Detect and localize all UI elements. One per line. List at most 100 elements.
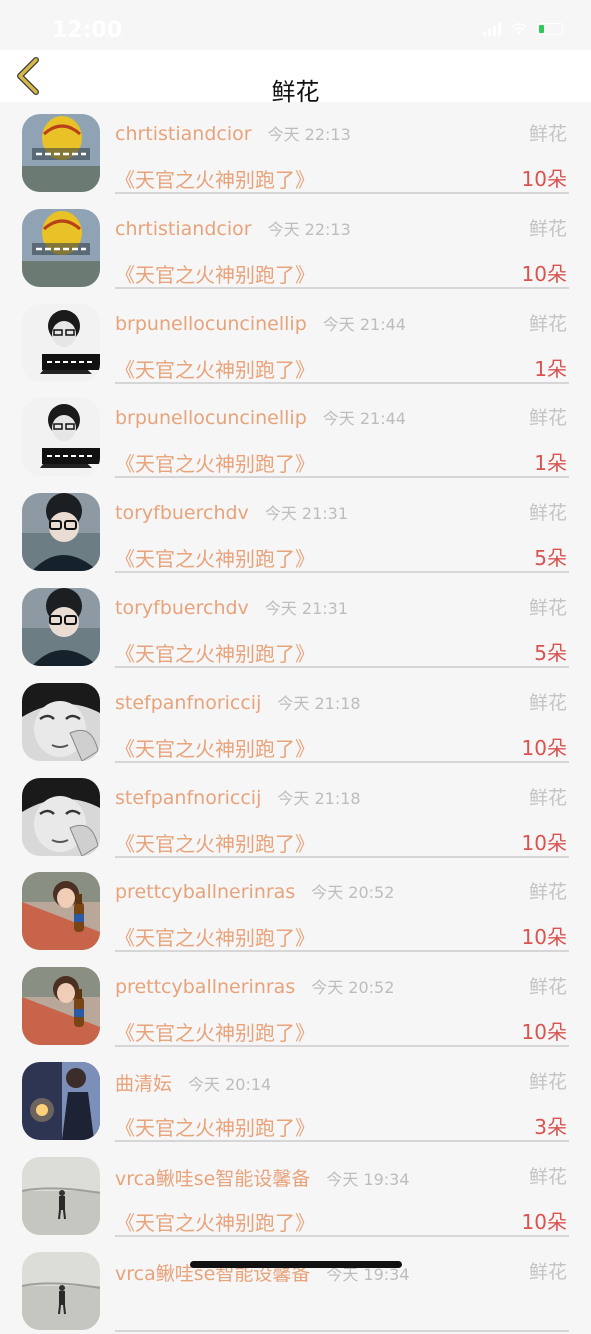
list-item[interactable]: vrca鳅哇se智能设馨备 今天 19:34 鲜花 [0, 1240, 591, 1334]
work-title[interactable]: 《天官之火神别跑了》 [115, 259, 315, 288]
gift-time: 今天 20:14 [188, 1074, 272, 1094]
avatar[interactable] [22, 303, 100, 382]
signal-icon [483, 22, 501, 36]
username-text: vrca鳅哇se智能设馨备 [115, 1167, 311, 1190]
gift-time: 今天 20:52 [311, 883, 395, 903]
gift-count: 10朵 [521, 735, 567, 760]
battery-level [539, 25, 544, 33]
gift-count: 1朵 [534, 356, 567, 381]
username: prettcyballnerinras 今天 20:52 [115, 879, 394, 903]
avatar[interactable] [22, 777, 100, 856]
list-item[interactable]: stefpanfnoriccij 今天 21:18 鲜花《天官之火神别跑了》 10朵 [0, 671, 591, 766]
work-title[interactable]: 《天官之火神别跑了》 [115, 1207, 315, 1236]
avatar[interactable] [22, 398, 100, 477]
username: toryfbuerchdv 今天 21:31 [115, 595, 348, 619]
avatar[interactable] [22, 587, 100, 666]
avatar[interactable] [22, 114, 100, 192]
gift-count: 10朵 [521, 261, 567, 286]
row-divider [115, 1045, 569, 1048]
username-text: toryfbuerchdv [115, 502, 249, 525]
gift-time: 今天 21:44 [322, 314, 406, 334]
gift-count: 1朵 [534, 451, 567, 476]
row-divider [115, 192, 569, 194]
work-title[interactable]: 《天官之火神别跑了》 [115, 828, 315, 857]
work-title[interactable]: 《天官之火神别跑了》 [115, 1112, 315, 1141]
username-text: prettcyballnerinras [115, 881, 296, 904]
work-title[interactable]: 《天官之火神别跑了》 [115, 448, 315, 477]
work-title[interactable]: 《天官之火神别跑了》 [115, 638, 315, 667]
work-title[interactable]: 《天官之火神别跑了》 [115, 922, 315, 951]
username-text: chrtistiandcior [115, 217, 252, 240]
work-title[interactable]: 《天官之火神别跑了》 [115, 354, 315, 383]
gift-type: 鲜花 [528, 976, 567, 999]
work-title[interactable]: 《天官之火神别跑了》 [115, 164, 315, 193]
list-item[interactable]: 曲清妘 今天 20:14 鲜花 《天官之火神别跑了》 3朵 [0, 1050, 591, 1145]
username: brpunellocuncinellip 今天 21:44 [115, 405, 406, 429]
username: brpunellocuncinellip 今天 21:44 [115, 311, 406, 335]
gift-type: 鲜花 [528, 596, 567, 619]
list-item[interactable]: chrtistiandcior 今天 22:13 鲜花 《天官之火神别跑了》 10朵 [0, 197, 591, 292]
username-text: chrtistiandcior [115, 123, 252, 145]
username: prettcyballnerinras 今天 20:52 [115, 974, 394, 998]
gift-count: 10朵 [521, 925, 567, 950]
username-text: prettcyballnerinras [115, 976, 296, 999]
gift-time: 今天 19:34 [326, 1169, 410, 1189]
battery-icon [537, 23, 563, 35]
username-text: brpunellocuncinellip [115, 407, 307, 430]
row-divider [115, 665, 569, 668]
gift-time: 今天 21:18 [277, 788, 361, 808]
list-item[interactable]: toryfbuerchdv 今天 21:31 鲜花《天官之火神别跑了》 5朵 [0, 481, 591, 576]
username: toryfbuerchdv 今天 21:31 [115, 500, 348, 524]
gift-time: 今天 21:31 [264, 504, 349, 524]
work-title[interactable]: 《天官之火神别跑了》 [115, 733, 315, 762]
status-icons [483, 22, 563, 36]
avatar[interactable] [22, 1156, 100, 1235]
gift-type: 鲜花 [528, 502, 567, 525]
username-text: stefpanfnoriccij [115, 691, 262, 714]
gift-list: chrtistiandcior 今天 22:13 鲜花 《天官之火神别跑了》 10朵 ch… [0, 102, 591, 1334]
avatar[interactable] [22, 208, 100, 287]
list-item[interactable]: chrtistiandcior 今天 22:13 鲜花《天官之火神别跑了》 10朵 [0, 102, 591, 197]
avatar[interactable] [22, 872, 100, 951]
list-item[interactable]: prettcyballnerinras 今天 20:52 鲜花《天官之火神别跑了》 1… [0, 955, 591, 1050]
gift-count: 10朵 [521, 830, 567, 855]
row-divider [115, 381, 569, 384]
username-text: toryfbuerchdv [115, 596, 249, 619]
gift-count: 10朵 [521, 167, 567, 191]
home-indicator [190, 1261, 402, 1268]
username-text: stefpanfnoriccij [115, 786, 262, 809]
avatar[interactable] [22, 1061, 100, 1140]
row-divider [115, 571, 569, 574]
list-item[interactable]: stefpanfnoriccij 今天 21:18 鲜花 《天官之火神别跑了》 10朵 [0, 766, 591, 861]
gift-type: 鲜花 [528, 691, 567, 714]
work-title[interactable]: 《天官之火神别跑了》 [115, 1017, 315, 1046]
gift-count: 5朵 [534, 546, 567, 571]
avatar[interactable] [22, 967, 100, 1046]
gift-time: 今天 21:44 [322, 409, 406, 429]
username: stefpanfnoriccij 今天 21:18 [115, 785, 361, 809]
avatar[interactable] [22, 493, 100, 572]
row-divider [115, 476, 569, 479]
list-item[interactable]: prettcyballnerinras 今天 20:52 鲜花《天官之火神别跑了》 1… [0, 860, 591, 955]
gift-time: 今天 20:52 [311, 978, 395, 998]
gift-count: 10朵 [521, 1209, 567, 1234]
avatar[interactable] [22, 682, 100, 761]
row-divider [115, 286, 569, 289]
wifi-icon [511, 23, 527, 35]
gift-type: 鲜花 [528, 1070, 567, 1093]
avatar[interactable] [22, 1251, 100, 1330]
gift-time: 今天 21:18 [277, 693, 361, 713]
list-item[interactable]: toryfbuerchdv 今天 21:31 鲜花 《天官之火神别跑了》 5朵 [0, 576, 591, 671]
username: chrtistiandcior 今天 22:13 [115, 216, 351, 240]
gift-time: 今天 22:13 [267, 125, 351, 144]
gift-count: 10朵 [521, 1020, 567, 1045]
username: chrtistiandcior 今天 22:13 [115, 121, 351, 145]
list-item[interactable]: brpunellocuncinellip 今天 21:44 鲜花 《天官之火神别跑了》… [0, 386, 591, 481]
work-title[interactable]: 《天官之火神别跑了》 [115, 543, 315, 572]
list-item[interactable]: brpunellocuncinellip 今天 21:44 鲜花 《天官之火神别跑了》… [0, 292, 591, 387]
gift-type: 鲜花 [528, 881, 567, 904]
list-item[interactable]: vrca鳅哇se智能设馨备 今天 19:34 鲜花 《天官之火神别跑了》 10朵 [0, 1145, 591, 1240]
row-divider [115, 1139, 569, 1142]
username: 曲清妘 今天 20:14 [115, 1069, 271, 1096]
gift-type: 鲜花 [528, 123, 567, 145]
